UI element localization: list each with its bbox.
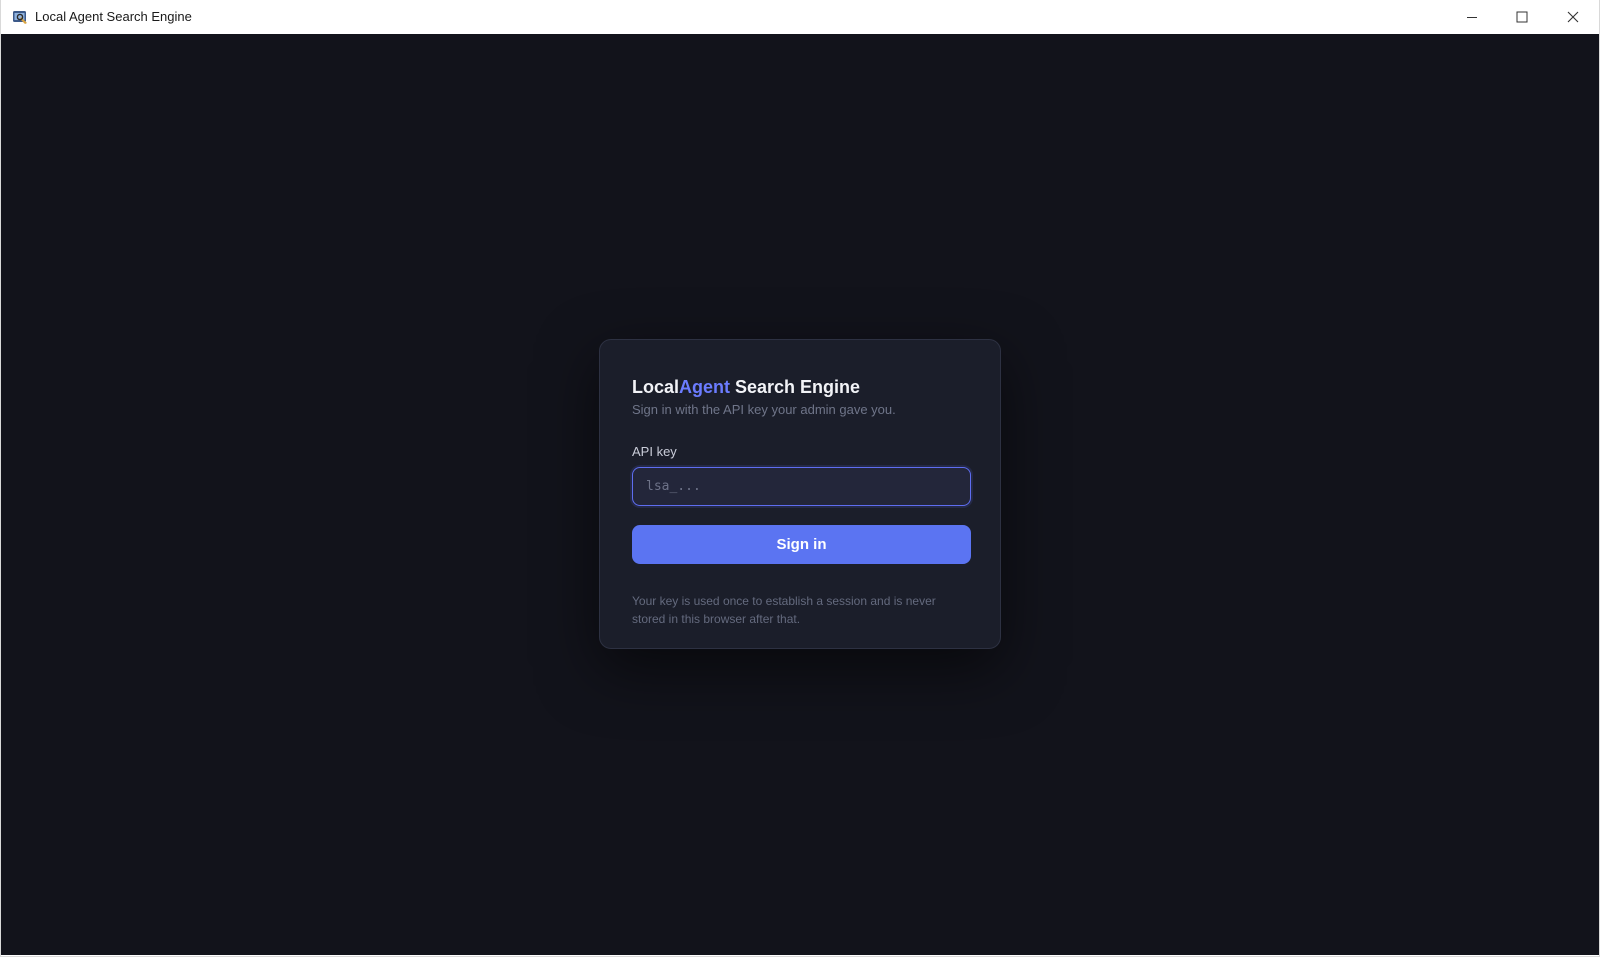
close-icon — [1567, 11, 1579, 23]
close-button[interactable] — [1550, 0, 1596, 34]
maximize-icon — [1516, 11, 1528, 23]
minimize-button[interactable] — [1449, 0, 1495, 34]
sign-in-button[interactable]: Sign in — [632, 525, 971, 564]
api-key-label: API key — [632, 444, 677, 459]
app-content: LocalAgent Search Engine Sign in with th… — [1, 34, 1599, 955]
security-note: Your key is used once to establish a ses… — [632, 594, 936, 626]
maximize-button[interactable] — [1499, 0, 1545, 34]
api-key-input[interactable] — [632, 467, 971, 506]
brand-suffix: Search Engine — [730, 377, 861, 397]
title-bar[interactable]: Local Agent Search Engine — [1, 0, 1599, 34]
login-card: LocalAgent Search Engine Sign in with th… — [599, 339, 1001, 649]
app-icon — [12, 9, 28, 25]
brand-accent: Agent — [679, 377, 731, 397]
minimize-icon — [1466, 11, 1478, 23]
brand-title: LocalAgent Search Engine — [632, 376, 860, 398]
login-subtitle: Sign in with the API key your admin gave… — [632, 402, 896, 417]
window-title: Local Agent Search Engine — [35, 9, 192, 24]
app-window: Local Agent Search Engine LocalAgent Sea… — [0, 0, 1600, 957]
brand-prefix: Local — [632, 377, 680, 397]
